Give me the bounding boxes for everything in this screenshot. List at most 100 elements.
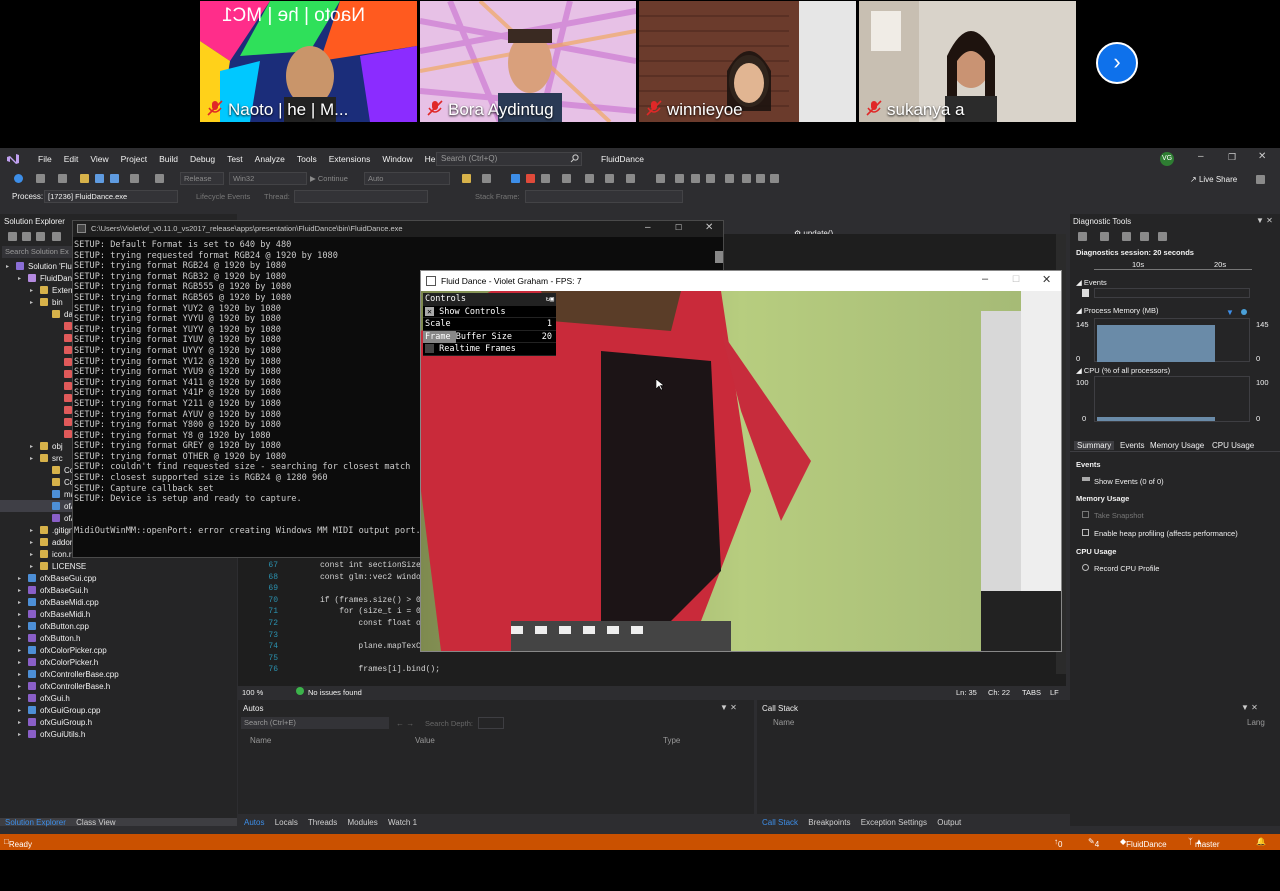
tab-watch-1[interactable]: Watch 1 [388, 818, 417, 827]
back-icon[interactable] [14, 174, 23, 183]
feedback-icon[interactable] [1256, 175, 1265, 184]
step-out-icon[interactable] [605, 174, 614, 183]
line-indicator[interactable]: Ln: 35 [956, 688, 977, 697]
expand-arrow-icon[interactable]: ▸ [18, 635, 26, 642]
minimize-icon[interactable]: – [1198, 151, 1204, 162]
column-name[interactable]: Name [773, 718, 794, 727]
fluid-title-bar[interactable]: Fluid Dance - Violet Graham - FPS: 7 – ☐… [421, 271, 1061, 291]
expand-arrow-icon[interactable]: ▸ [30, 299, 38, 306]
indent-icon[interactable] [675, 174, 684, 183]
expand-arrow-icon[interactable]: ▸ [30, 455, 38, 462]
quick-search-input[interactable]: Search (Ctrl+Q) [436, 152, 582, 166]
line-ending[interactable]: LF [1050, 688, 1059, 697]
tab-events[interactable]: Events [1120, 441, 1144, 450]
screenshot-icon[interactable] [482, 174, 491, 183]
zoom-in-icon[interactable] [1122, 232, 1131, 241]
back-icon[interactable] [8, 232, 17, 241]
redo-icon[interactable] [155, 174, 164, 183]
zoom-out-icon[interactable] [1140, 232, 1149, 241]
search-arrows-icon[interactable]: ← → [396, 719, 414, 728]
tree-item[interactable]: ▸ ofxControllerBase.cpp [0, 668, 237, 680]
save-all-icon[interactable] [110, 174, 119, 183]
record-cpu-profile-button[interactable]: Record CPU Profile [1094, 564, 1159, 573]
minimize-icon[interactable]: – [645, 222, 651, 233]
tab-breakpoints[interactable]: Breakpoints [808, 818, 850, 827]
menu-tools[interactable]: Tools [291, 154, 323, 164]
column-lang[interactable]: Lang [1247, 718, 1265, 727]
hex-icon[interactable] [626, 174, 635, 183]
close-icon[interactable]: ✕ [1042, 273, 1051, 286]
new-project-icon[interactable] [58, 174, 67, 183]
expand-arrow-icon[interactable]: ▸ [18, 707, 26, 714]
console-scrollbar-thumb[interactable] [715, 251, 723, 263]
tree-item[interactable]: ▸ ofxGuiGroup.cpp [0, 704, 237, 716]
menu-project[interactable]: Project [115, 154, 153, 164]
tree-item[interactable]: ▸ ofxGuiGroup.h [0, 716, 237, 728]
panel-controls[interactable]: ▼ ✕ [1241, 703, 1258, 712]
column-name[interactable]: Name [250, 736, 271, 745]
console-title-bar[interactable]: C:\Users\Violet\of_v0.11.0_vs2017_releas… [73, 221, 723, 237]
minimize-icon[interactable]: – [982, 273, 988, 285]
prev-bookmark-icon[interactable] [742, 174, 751, 183]
expand-arrow-icon[interactable]: ▸ [30, 539, 38, 546]
tab-call-stack[interactable]: Call Stack [762, 818, 798, 827]
panel-controls[interactable]: ▼ ✕ [720, 703, 737, 712]
close-icon[interactable]: ✕ [1258, 151, 1266, 162]
solution-search-input[interactable]: Search Solution Ex [2, 246, 72, 258]
tab-solution-explorer[interactable]: Solution Explorer [5, 818, 66, 827]
stop-icon[interactable] [526, 174, 535, 183]
platform-dropdown[interactable]: Win32 [229, 172, 307, 185]
tab-autos[interactable]: Autos [244, 818, 264, 827]
folder-icon[interactable] [462, 174, 471, 183]
save-load-icon[interactable]: ↻▣ [546, 293, 554, 306]
tree-item[interactable]: ▸ ofxButton.h [0, 632, 237, 644]
pin-icon[interactable]: ▼ ✕ [1256, 216, 1273, 225]
thread-dropdown[interactable] [294, 190, 428, 203]
restart-icon[interactable] [541, 174, 550, 183]
participant-tile-bora[interactable]: Bora Aydintug [420, 1, 636, 122]
step-over-icon[interactable] [562, 174, 571, 183]
indent-mode[interactable]: TABS [1022, 688, 1041, 697]
pause-icon[interactable] [1082, 289, 1089, 297]
expand-arrow-icon[interactable]: ▸ [18, 647, 26, 654]
push-indicator[interactable]: ↑ 0 [1054, 837, 1062, 849]
search-depth-dropdown[interactable] [478, 717, 504, 729]
notifications-icon[interactable]: 🔔 [1256, 837, 1266, 846]
expand-arrow-icon[interactable]: ▸ [18, 683, 26, 690]
tree-item[interactable]: ▸ ofxBaseMidi.h [0, 608, 237, 620]
settings-icon[interactable] [1078, 232, 1087, 241]
tab-summary[interactable]: Summary [1074, 441, 1115, 450]
frame-buffer-size-slider[interactable]: Frame Buffer Size 20 [423, 330, 556, 344]
forward-icon[interactable] [36, 174, 45, 183]
menu-debug[interactable]: Debug [184, 154, 221, 164]
bookmark-icon[interactable] [725, 174, 734, 183]
expand-arrow-icon[interactable]: ▸ [18, 599, 26, 606]
scale-slider[interactable]: Scale 1 [423, 318, 556, 331]
expand-arrow-icon[interactable]: ▸ [18, 275, 26, 282]
forward-icon[interactable] [22, 232, 31, 241]
changes-indicator[interactable]: ✎ 4 [1088, 837, 1099, 849]
expand-arrow-icon[interactable]: ▸ [18, 731, 26, 738]
live-share-button[interactable]: ↗ Live Share [1190, 175, 1237, 184]
close-icon[interactable]: ✕ [705, 222, 713, 233]
pause-icon[interactable] [511, 174, 520, 183]
tree-item[interactable]: ▸ ofxGui.h [0, 692, 237, 704]
outdent-icon[interactable] [691, 174, 700, 183]
show-events-link[interactable]: Show Events (0 of 0) [1094, 477, 1164, 486]
tree-item[interactable]: ▸ ofxButton.cpp [0, 620, 237, 632]
configuration-dropdown[interactable]: Release [180, 172, 224, 185]
lifecycle-events-button[interactable]: Lifecycle Events [196, 192, 250, 201]
stack-frame-dropdown[interactable] [525, 190, 683, 203]
menu-view[interactable]: View [84, 154, 114, 164]
expand-arrow-icon[interactable]: ▸ [18, 575, 26, 582]
step-into-icon[interactable] [585, 174, 594, 183]
auto-dropdown[interactable]: Auto [364, 172, 450, 185]
tab-class-view[interactable]: Class View [76, 818, 115, 827]
tree-item[interactable]: ▸ ofxControllerBase.h [0, 680, 237, 692]
repository-indicator[interactable]: ◆ FluidDance [1120, 837, 1167, 849]
participant-tile-winnie[interactable]: winnieyoe [639, 1, 856, 122]
home-icon[interactable] [36, 232, 45, 241]
switch-views-icon[interactable] [52, 232, 61, 241]
maximize-icon[interactable]: ☐ [1012, 274, 1020, 285]
tab-modules[interactable]: Modules [348, 818, 378, 827]
